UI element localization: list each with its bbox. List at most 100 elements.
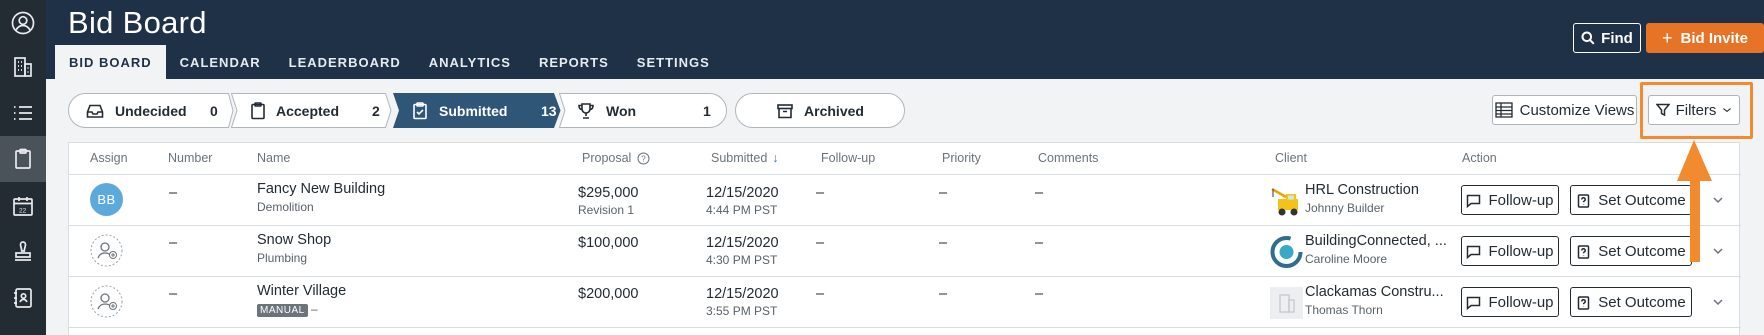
calendar-icon[interactable]: 22 [0, 183, 46, 229]
followup-value: – [816, 286, 825, 302]
column-header-client: Client [1275, 151, 1307, 165]
follow-up-label: Follow-up [1488, 191, 1554, 209]
avatar[interactable]: BB [90, 183, 123, 216]
priority-value: – [939, 185, 948, 201]
archive-box-icon [777, 103, 793, 118]
tab-reports[interactable]: REPORTS [525, 45, 623, 79]
set-outcome-label: Set Outcome [1598, 242, 1686, 260]
project-name[interactable]: Winter Village [257, 283, 346, 299]
follow-up-button[interactable]: Follow-up [1461, 185, 1559, 215]
table-row[interactable]: BB – Fancy New Building Demolition $295,… [69, 175, 1741, 226]
submitted-date: 12/15/2020 [706, 235, 779, 251]
set-outcome-button[interactable]: Set Outcome [1570, 236, 1692, 266]
table-row[interactable]: – Snow Shop Plumbing $100,000 12/15/2020… [69, 226, 1741, 277]
column-header-proposal[interactable]: Proposal ? [582, 143, 650, 174]
follow-up-button[interactable]: Follow-up [1461, 236, 1559, 266]
stage-undecided[interactable]: Undecided 0 [68, 93, 234, 128]
client-contact: Caroline Moore [1305, 252, 1388, 266]
submitted-time: 4:44 PM PST [706, 203, 778, 217]
main-tabs: BID BOARD CALENDAR LEADERBOARD ANALYTICS… [55, 45, 724, 79]
project-name[interactable]: Snow Shop [257, 232, 331, 248]
follow-up-button[interactable]: Follow-up [1461, 287, 1559, 317]
set-outcome-button[interactable]: Set Outcome [1570, 185, 1692, 215]
bid-invite-button[interactable]: + Bid Invite [1646, 23, 1764, 53]
clipboard-question-icon [1577, 295, 1590, 310]
stage-label: Won [606, 103, 637, 119]
clipboard-check-icon [410, 101, 430, 121]
bid-number: – [169, 286, 178, 302]
list-icon[interactable] [0, 90, 46, 136]
bid-invite-label: Bid Invite [1680, 29, 1749, 47]
column-header-name: Name [257, 151, 291, 165]
plus-icon: + [1661, 27, 1673, 48]
comments-value: – [1035, 286, 1044, 302]
stage-label: Accepted [276, 103, 340, 119]
comment-icon [1467, 194, 1481, 208]
set-outcome-label: Set Outcome [1598, 191, 1686, 209]
submitted-header-label: Submitted [711, 151, 768, 165]
archived-button[interactable]: Archived [735, 93, 905, 128]
stage-accepted[interactable]: Accepted 2 [231, 93, 392, 128]
svg-text:?: ? [642, 155, 647, 164]
tab-calendar[interactable]: CALENDAR [166, 45, 275, 79]
column-header-submitted[interactable]: Submitted ↓ [711, 143, 779, 174]
trade-name: Demolition [257, 200, 314, 214]
comment-icon [1467, 296, 1481, 310]
stage-count: 0 [210, 103, 218, 119]
table-row[interactable]: – Winter Village MANUAL – $200,000 12/15… [69, 277, 1741, 328]
column-header-number: Number [168, 151, 213, 165]
column-header-comments: Comments [1038, 151, 1099, 165]
stage-count: 13 [541, 103, 557, 119]
clipboard-question-icon [1577, 244, 1590, 259]
page-title: Bid Board [68, 5, 207, 40]
trade-name: Plumbing [257, 251, 308, 265]
crane-logo-icon [1271, 187, 1298, 216]
client-name[interactable]: Clackamas Constru... [1305, 284, 1444, 300]
stage-count: 2 [372, 103, 380, 119]
client-name[interactable]: HRL Construction [1305, 182, 1419, 198]
tab-leaderboard[interactable]: LEADERBOARD [275, 45, 415, 79]
stage-label: Submitted [439, 103, 508, 119]
assign-user-icon[interactable] [90, 234, 123, 267]
trade-line: MANUAL – [257, 302, 318, 317]
revision-label: Revision 1 [578, 203, 635, 217]
stage-submitted[interactable]: Submitted 13 [393, 93, 561, 128]
stage-won[interactable]: Won 1 [559, 93, 727, 128]
assign-user-icon[interactable] [90, 285, 123, 318]
clipboard-icon [248, 101, 268, 121]
client-name[interactable]: BuildingConnected, ... [1305, 233, 1447, 249]
set-outcome-label: Set Outcome [1598, 293, 1686, 311]
manual-badge: MANUAL [257, 304, 308, 317]
column-header-followup: Follow-up [821, 151, 876, 165]
stage-count: 1 [703, 103, 711, 119]
archived-label: Archived [804, 102, 864, 119]
account-icon[interactable] [0, 0, 46, 46]
top-header: Bid Board BID BOARD CALENDAR LEADERBOARD… [46, 0, 1764, 79]
tab-bid-board[interactable]: BID BOARD [55, 45, 166, 79]
set-outcome-button[interactable]: Set Outcome [1570, 287, 1692, 317]
followup-value: – [816, 235, 825, 251]
find-button[interactable]: Find [1573, 23, 1641, 53]
tab-analytics[interactable]: ANALYTICS [415, 45, 525, 79]
address-book-icon[interactable] [0, 275, 46, 321]
submitted-time: 3:55 PM PST [706, 304, 778, 318]
follow-up-label: Follow-up [1488, 293, 1554, 311]
help-icon[interactable]: ? [637, 152, 650, 165]
clipboard-question-icon [1577, 193, 1590, 208]
annotation-arrow-icon [1677, 140, 1712, 262]
project-name[interactable]: Fancy New Building [257, 181, 385, 197]
stamp-icon[interactable] [0, 229, 46, 275]
chevron-down-icon[interactable] [1712, 295, 1724, 307]
filters-highlight-box [1640, 82, 1753, 139]
comments-value: – [1035, 185, 1044, 201]
submitted-time: 4:30 PM PST [706, 253, 778, 267]
column-header-assign: Assign [90, 151, 128, 165]
buildingconnected-logo-icon [1270, 236, 1303, 268]
customize-views-button[interactable]: Customize Views [1492, 95, 1637, 125]
clipboard-icon[interactable] [0, 136, 46, 182]
trophy-icon [576, 101, 596, 121]
tab-settings[interactable]: SETTINGS [623, 45, 724, 79]
proposal-amount: $200,000 [578, 286, 639, 302]
svg-text:22: 22 [19, 208, 27, 215]
building-icon[interactable] [0, 44, 46, 90]
